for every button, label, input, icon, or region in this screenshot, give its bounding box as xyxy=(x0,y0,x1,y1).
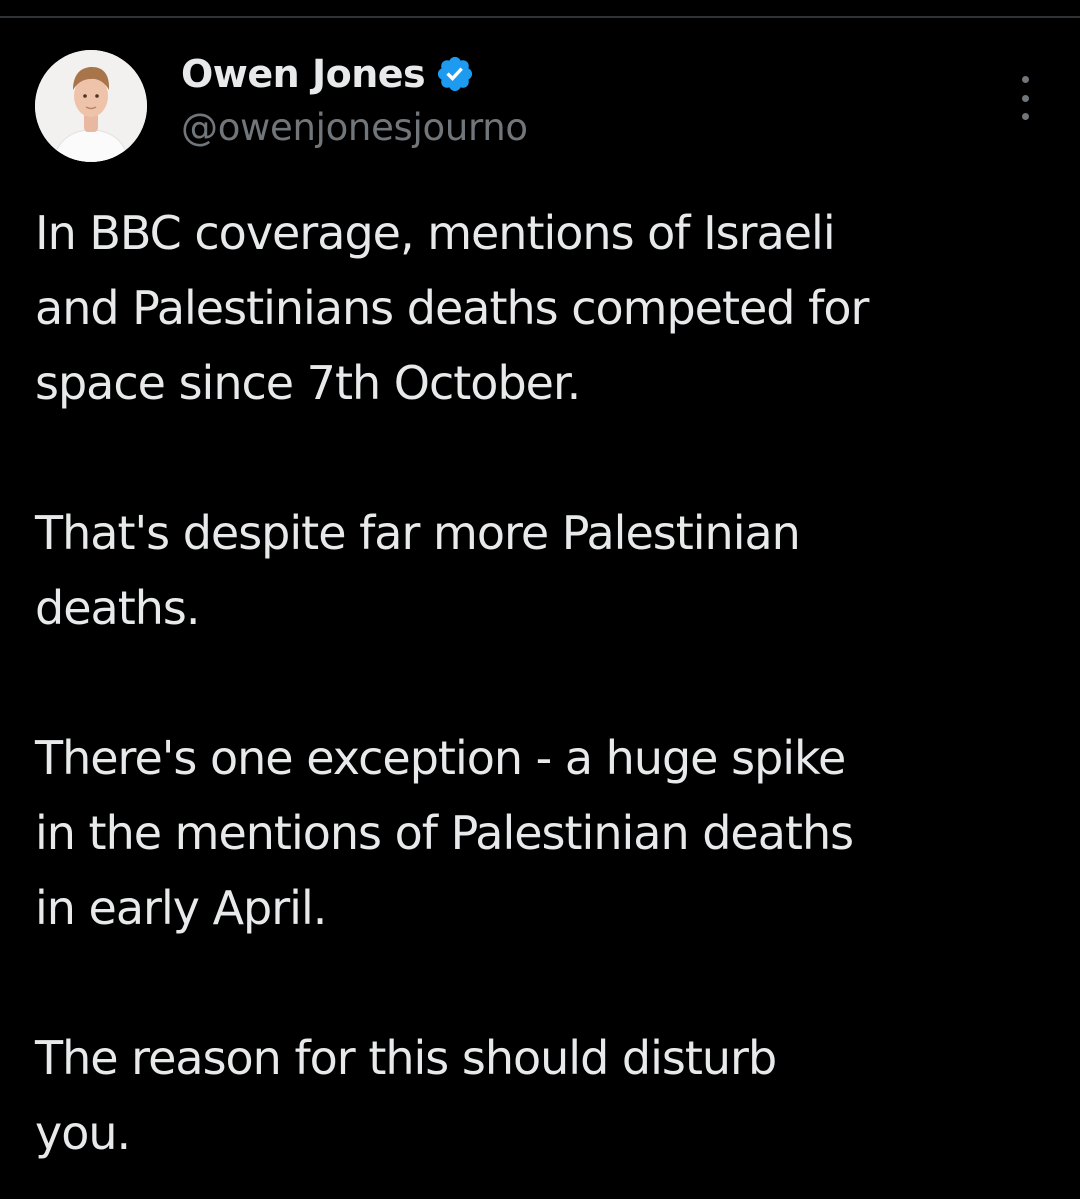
tweet-line: in early April. xyxy=(35,881,327,935)
top-divider xyxy=(0,16,1080,18)
tweet-line: space since 7th October. xyxy=(35,356,581,410)
tweet-line: deaths. xyxy=(35,581,200,635)
more-dot xyxy=(1021,94,1029,102)
tweet-line: The reason for this should disturb xyxy=(35,1031,777,1085)
verified-badge-icon[interactable] xyxy=(435,54,475,94)
tweet-text: In BBC coverage, mentions of Israeli and… xyxy=(35,196,1050,1171)
tweet-line: you. xyxy=(35,1106,131,1160)
avatar[interactable] xyxy=(35,50,147,162)
more-dot xyxy=(1021,76,1029,83)
avatar-photo xyxy=(35,50,147,162)
author-handle[interactable]: @owenjonesjourno xyxy=(181,106,528,149)
tweet-paragraph: In BBC coverage, mentions of Israeli and… xyxy=(35,196,1050,421)
more-vertical-icon[interactable] xyxy=(1005,76,1045,120)
more-dot xyxy=(1021,113,1029,120)
tweet-paragraph: The reason for this should disturb you. xyxy=(35,1021,1050,1171)
tweet-line: and Palestinians deaths competed for xyxy=(35,281,869,335)
tweet-line: There's one exception - a huge spike xyxy=(35,731,846,785)
author-display-name[interactable]: Owen Jones xyxy=(181,52,426,96)
tweet-paragraph: That's despite far more Palestinian deat… xyxy=(35,496,1050,646)
name-row: Owen Jones xyxy=(181,50,528,98)
tweet-line: In BBC coverage, mentions of Israeli xyxy=(35,206,836,260)
tweet-line: That's despite far more Palestinian xyxy=(35,506,801,560)
tweet-paragraph: There's one exception - a huge spike in … xyxy=(35,721,1050,946)
author-info: Owen Jones @owenjonesjourno xyxy=(181,50,528,149)
tweet-header: Owen Jones @owenjonesjourno xyxy=(35,50,1045,166)
tweet-line: in the mentions of Palestinian deaths xyxy=(35,806,854,860)
